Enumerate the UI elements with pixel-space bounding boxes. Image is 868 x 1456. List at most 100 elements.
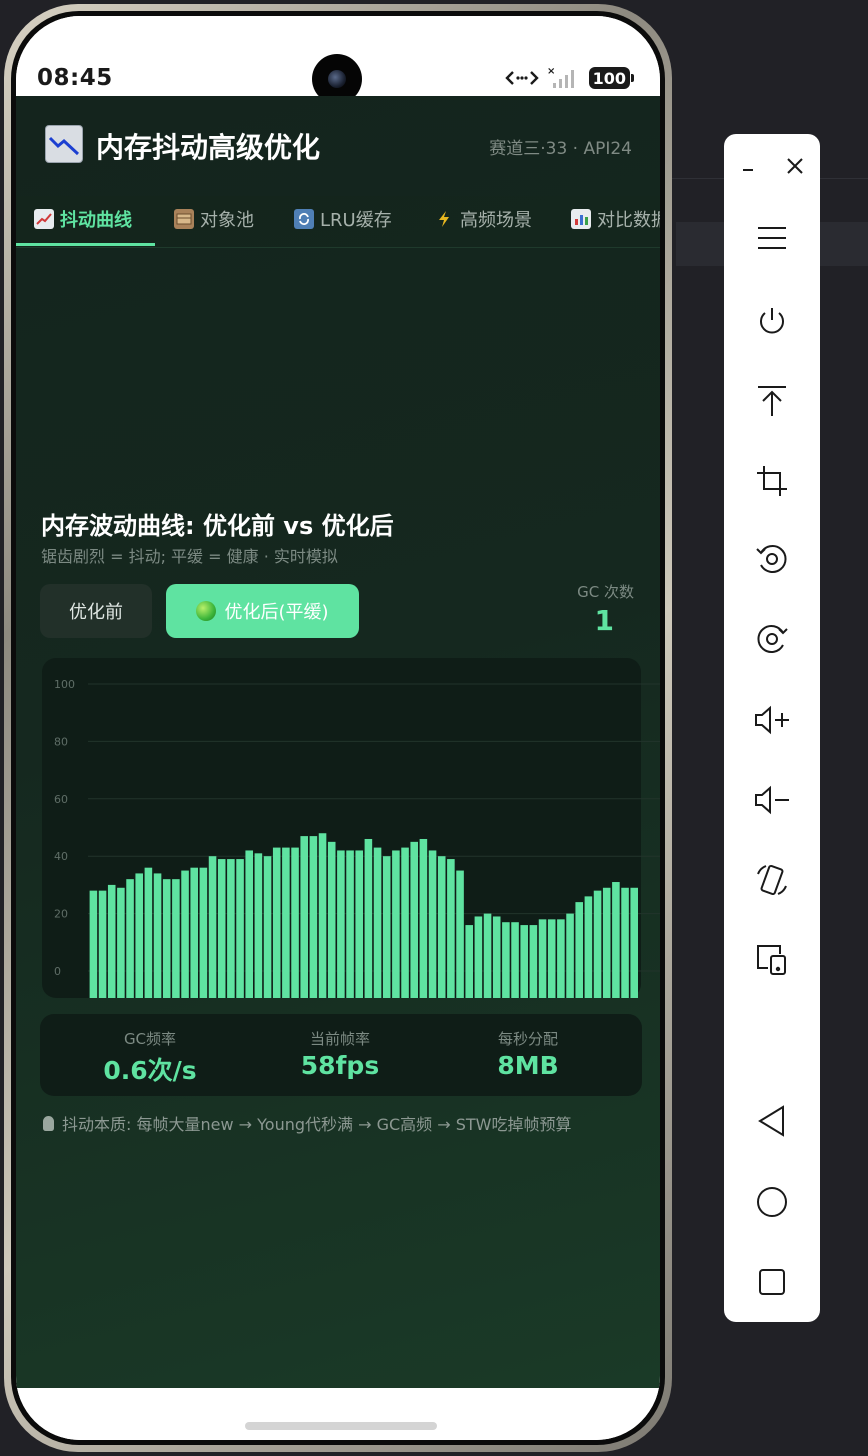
tab-label: 对象池 — [200, 210, 254, 231]
tab-high-freq[interactable]: 高频场景 — [434, 206, 532, 232]
before-toggle-button[interactable]: 优化前 — [40, 584, 152, 638]
chart-bar — [410, 841, 418, 998]
memory-chart: 0 20 40 60 80 100 — [42, 658, 660, 998]
close-icon[interactable] — [775, 146, 815, 186]
chart-bar — [208, 856, 217, 998]
y-tick-label: 60 — [54, 793, 68, 806]
chart-bar — [263, 856, 272, 998]
green-circle-icon — [196, 601, 217, 621]
upload-icon[interactable] — [752, 381, 792, 421]
chart-bar — [456, 870, 464, 998]
chart-bar — [602, 887, 611, 998]
tab-jitter-curve[interactable]: 抖动曲线 — [34, 206, 132, 232]
chart-bar — [337, 850, 345, 998]
tab-label: 抖动曲线 — [60, 210, 132, 231]
chart-bar — [135, 873, 143, 998]
chart-bar — [474, 916, 483, 998]
power-icon[interactable] — [752, 301, 792, 341]
chart-bar — [364, 838, 373, 998]
chart-bar — [392, 850, 400, 998]
chart-bar — [382, 856, 391, 998]
after-toggle-button[interactable]: 优化后(平缓) — [166, 584, 359, 638]
bar-chart-icon — [571, 209, 591, 229]
chart-bar — [245, 850, 253, 998]
lightning-icon — [434, 209, 454, 229]
chart-bar — [401, 847, 409, 998]
button-label: 优化前 — [69, 602, 123, 623]
battery-indicator: 100 — [588, 67, 630, 89]
minimize-icon[interactable] — [728, 146, 768, 186]
phone-screen: 08:45 × 100 内存抖动高级优化 赛道三·33 · API24 抖动曲线… — [16, 16, 660, 1440]
chart-bar — [538, 919, 547, 998]
chart-bar — [428, 850, 437, 998]
chart-bar — [236, 859, 244, 998]
section-title: 内存波动曲线: 优化前 vs 优化后 — [41, 512, 394, 540]
back-icon[interactable] — [752, 1101, 792, 1141]
chart-bar — [593, 890, 602, 998]
button-label: 优化后(平缓) — [224, 602, 329, 623]
y-tick-label: 0 — [54, 965, 61, 978]
chart-bar — [547, 919, 556, 998]
active-tab-indicator — [16, 243, 155, 246]
chart-bar — [437, 856, 446, 998]
chart-bar — [612, 882, 620, 998]
chart-bar — [318, 833, 327, 998]
chart-bar — [621, 887, 629, 998]
stat-gc-frequency: GC频率 0.6次/s — [60, 1028, 240, 1087]
chart-bar — [107, 884, 116, 998]
chart-bar — [575, 902, 583, 998]
stat-value: 0.6次/s — [103, 1056, 197, 1085]
chart-bar — [529, 925, 538, 998]
y-tick-label: 100 — [54, 678, 75, 691]
home-icon[interactable] — [752, 1182, 792, 1222]
chart-bar — [300, 836, 308, 998]
light-bulb-icon — [43, 1115, 54, 1131]
menu-icon[interactable] — [752, 218, 792, 258]
rotate-left-icon[interactable] — [752, 539, 792, 579]
stat-allocation: 每秒分配 8MB — [438, 1028, 618, 1080]
chart-bar — [117, 887, 125, 998]
signal-icon: × — [547, 66, 574, 88]
app-meta: 赛道三·33 · API24 — [489, 139, 632, 159]
home-indicator[interactable] — [245, 1422, 437, 1430]
tab-bar: 抖动曲线 对象池 LRU缓存 高频场景 对比数 — [16, 196, 660, 248]
status-bar: 08:45 × 100 — [16, 16, 660, 104]
chart-bar — [327, 841, 336, 998]
chart-bar — [89, 890, 98, 998]
chart-bar — [144, 867, 153, 998]
chart-bar — [447, 859, 455, 998]
stat-value: 8MB — [497, 1051, 559, 1080]
tip-text: 抖动本质: 每帧大量new → Young代秒满 → GC高频 → STW吃掉帧… — [43, 1111, 571, 1135]
battery-tip — [631, 74, 634, 82]
chart-bar — [153, 873, 162, 998]
navigation-area — [16, 1388, 660, 1440]
tab-compare-data[interactable]: 对比数据 — [571, 206, 660, 232]
chart-bar — [492, 916, 501, 998]
volume-up-icon[interactable] — [752, 700, 792, 740]
chart-bar — [520, 925, 528, 998]
tip-label: 抖动本质: 每帧大量new → Young代秒满 → GC高频 → STW吃掉帧… — [62, 1115, 572, 1134]
tab-object-pool[interactable]: 对象池 — [174, 206, 254, 232]
refresh-icon — [294, 209, 314, 229]
gc-count-value: 1 — [594, 604, 614, 637]
status-time: 08:45 — [37, 65, 113, 91]
phone-frame: 08:45 × 100 内存抖动高级优化 赛道三·33 · API24 抖动曲线… — [4, 4, 672, 1452]
chart-decreasing-icon — [45, 125, 83, 163]
recents-icon[interactable] — [752, 1262, 792, 1302]
chart-bar — [630, 887, 638, 998]
chart-bar — [309, 836, 318, 998]
app-header: 内存抖动高级优化 赛道三·33 · API24 — [16, 96, 660, 196]
section-subtitle: 锯齿剧烈 = 抖动; 平缓 = 健康 · 实时模拟 — [41, 547, 338, 566]
volume-down-icon[interactable] — [752, 780, 792, 820]
rotate-right-icon[interactable] — [752, 619, 792, 659]
chart-bar — [557, 919, 565, 998]
devices-icon[interactable] — [752, 940, 792, 980]
stat-label: 每秒分配 — [497, 1030, 558, 1048]
tab-lru-cache[interactable]: LRU缓存 — [294, 206, 392, 232]
chart-bar — [355, 850, 363, 998]
chart-bar — [98, 890, 107, 998]
crop-icon[interactable] — [752, 461, 792, 501]
chart-bar — [419, 838, 428, 998]
screen-rotate-icon[interactable] — [752, 860, 792, 900]
data-transfer-icon — [504, 71, 539, 85]
